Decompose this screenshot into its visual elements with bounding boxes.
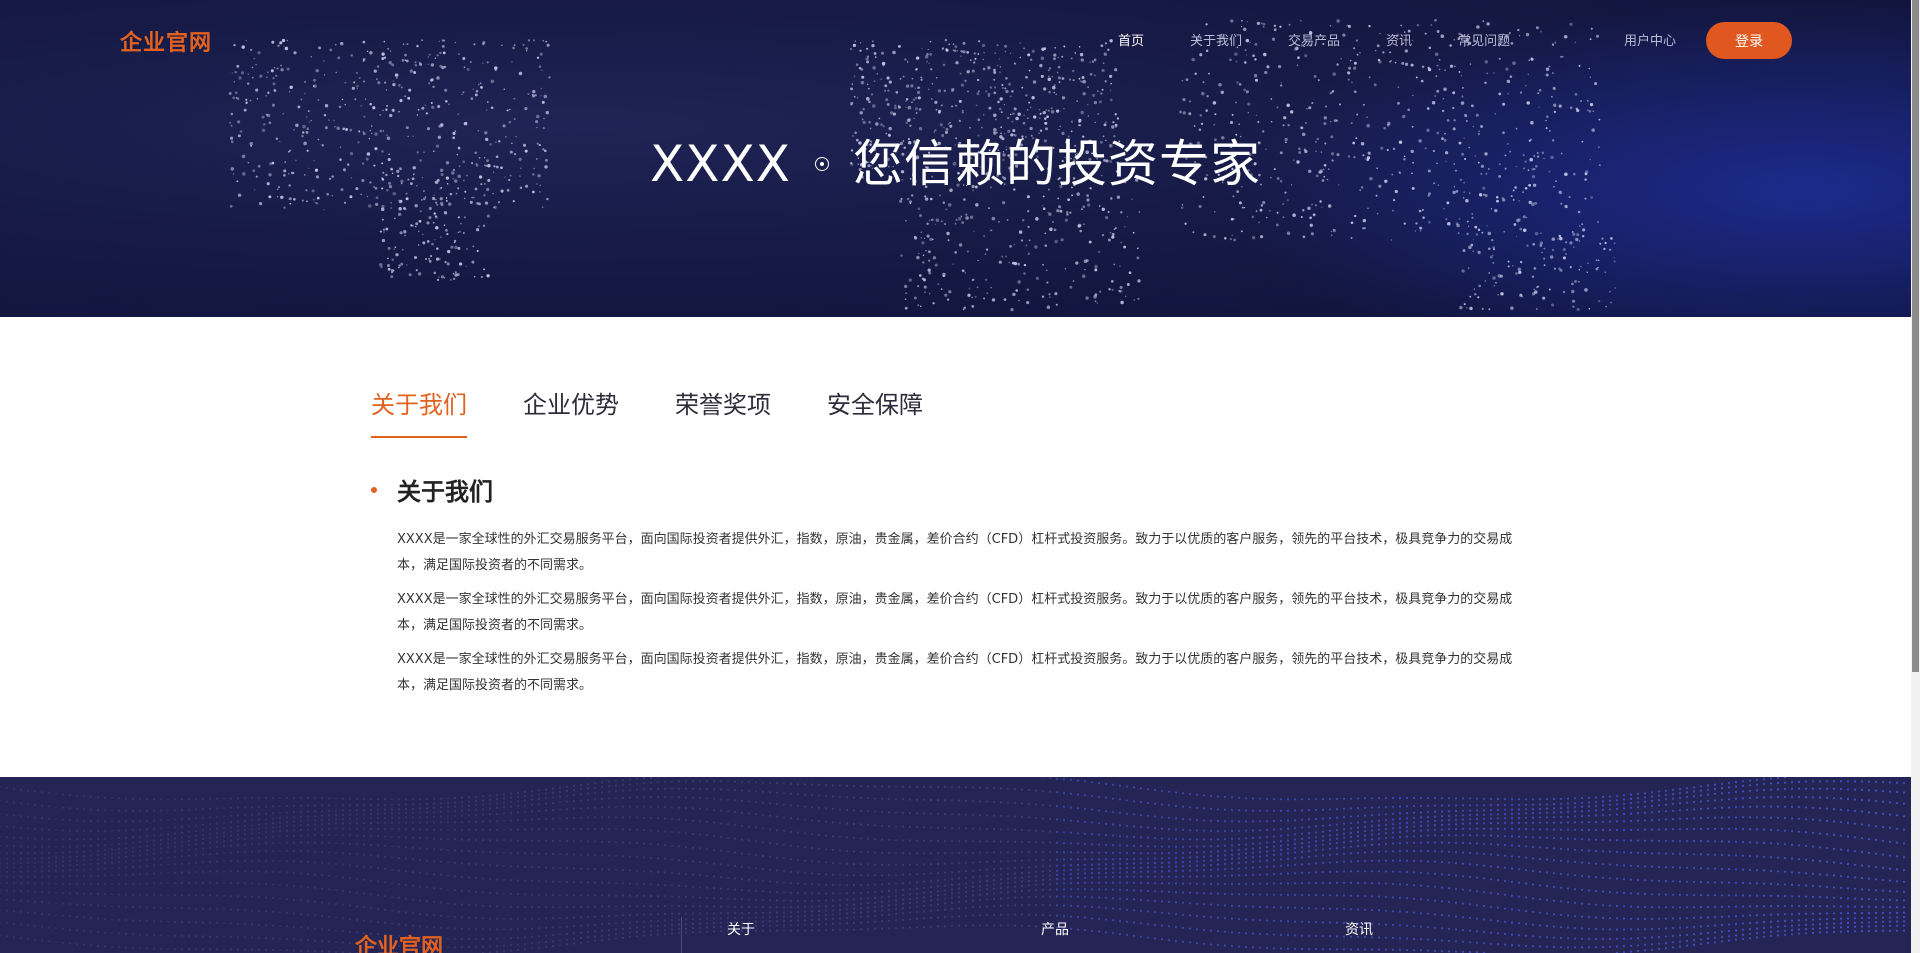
content-tabs: 关于我们 企业优势 荣誉奖项 安全保障: [371, 385, 979, 438]
scrollbar-thumb[interactable]: [1912, 0, 1919, 672]
user-center-link[interactable]: 用户中心: [1624, 30, 1676, 49]
hero-title-brand: XXXX: [649, 135, 791, 193]
brand-logo[interactable]: 企业官网: [120, 25, 212, 57]
about-paragraphs: XXXX是一家全球性的外汇交易服务平台，面向国际投资者提供外汇，指数，原油，贵金…: [397, 527, 1527, 707]
tab-honors[interactable]: 荣誉奖项: [675, 385, 771, 438]
hero-banner: 企业官网 首页 关于我们 交易产品 资讯 常见问题 用户中心 登录 XXXX 您信…: [0, 0, 1911, 317]
paragraph: XXXX是一家全球性的外汇交易服务平台，面向国际投资者提供外汇，指数，原油，贵金…: [397, 532, 1513, 573]
section-title: 关于我们: [397, 478, 493, 506]
footer-col-about[interactable]: 关于: [727, 919, 755, 939]
footer-brand-logo[interactable]: 企业官网: [355, 929, 443, 953]
main-nav: 首页 关于我们 交易产品 资讯 常见问题: [1118, 30, 1556, 49]
page: 企业官网 首页 关于我们 交易产品 资讯 常见问题 用户中心 登录 XXXX 您信…: [0, 0, 1920, 953]
nav-item-home[interactable]: 首页: [1118, 30, 1144, 49]
footer: 企业官网 关于 产品 资讯: [0, 777, 1911, 953]
tab-about[interactable]: 关于我们: [371, 385, 467, 438]
tab-advantages[interactable]: 企业优势: [523, 385, 619, 438]
nav-item-products[interactable]: 交易产品: [1288, 30, 1340, 49]
section-header: 关于我们: [371, 472, 493, 507]
footer-divider: [681, 917, 682, 953]
nav-item-news[interactable]: 资讯: [1386, 30, 1412, 49]
footer-col-news[interactable]: 资讯: [1345, 919, 1373, 939]
hero-title: XXXX 您信赖的投资专家: [0, 124, 1911, 196]
tab-security[interactable]: 安全保障: [827, 385, 923, 438]
footer-col-products[interactable]: 产品: [1041, 919, 1069, 939]
footer-wave-pattern: [0, 777, 1906, 953]
paragraph: XXXX是一家全球性的外汇交易服务平台，面向国际投资者提供外汇，指数，原油，贵金…: [397, 652, 1513, 693]
bullet-dot-icon: [371, 486, 377, 493]
main-content: 关于我们 企业优势 荣誉奖项 安全保障 关于我们 XXXX是一家全球性的外汇交易…: [0, 317, 1911, 777]
nav-item-faq[interactable]: 常见问题: [1458, 30, 1510, 49]
separator-dot-icon: [815, 156, 829, 171]
login-button[interactable]: 登录: [1706, 22, 1792, 59]
paragraph: XXXX是一家全球性的外汇交易服务平台，面向国际投资者提供外汇，指数，原油，贵金…: [397, 592, 1513, 633]
nav-item-about[interactable]: 关于我们: [1190, 30, 1242, 49]
hero-title-slogan: 您信赖的投资专家: [853, 135, 1261, 193]
